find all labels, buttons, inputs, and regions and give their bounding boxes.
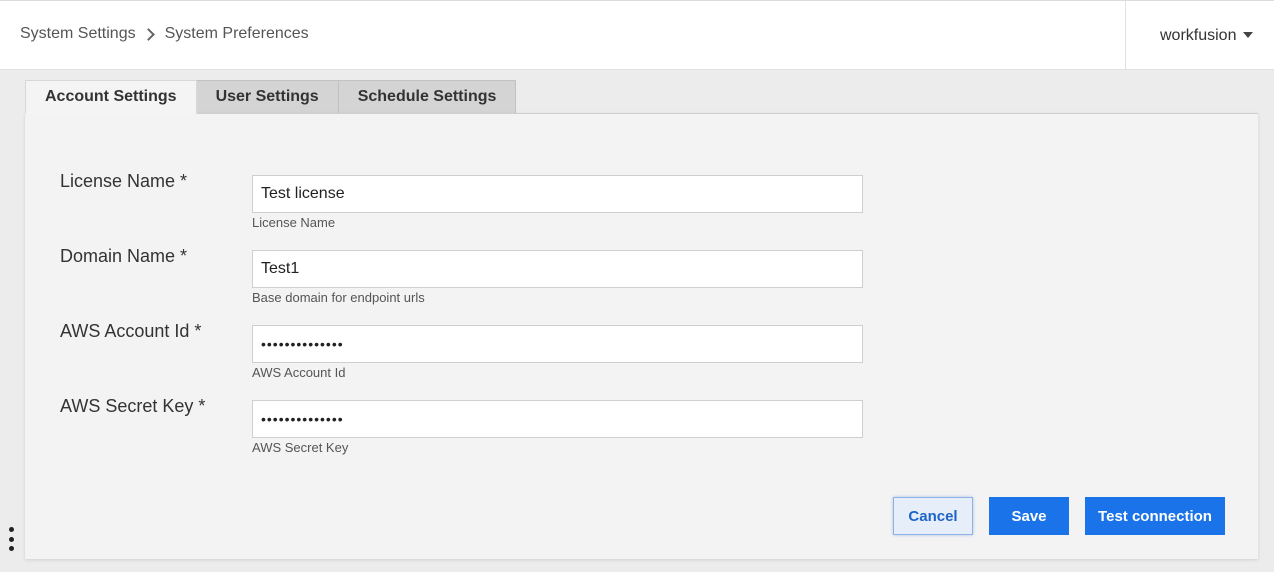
tab-user-settings[interactable]: User Settings	[196, 80, 339, 114]
kebab-menu-icon[interactable]	[6, 527, 16, 551]
breadcrumb: System Settings System Preferences	[20, 25, 309, 43]
user-menu[interactable]: workfusion	[1125, 1, 1274, 70]
account-settings-panel: License Name * License Name Domain Name …	[25, 113, 1258, 559]
top-bar: System Settings System Preferences workf…	[0, 0, 1274, 70]
save-button[interactable]: Save	[989, 497, 1069, 535]
aws-account-id-input[interactable]	[252, 325, 863, 363]
domain-name-hint: Base domain for endpoint urls	[252, 290, 425, 305]
tab-label: Account Settings	[45, 88, 177, 105]
test-connection-button[interactable]: Test connection	[1085, 497, 1225, 535]
chevron-right-icon	[141, 27, 155, 41]
tab-label: Schedule Settings	[357, 88, 497, 105]
aws-account-id-hint: AWS Account Id	[252, 365, 346, 380]
tab-label: User Settings	[215, 88, 319, 105]
aws-secret-key-label: AWS Secret Key *	[60, 396, 206, 416]
kebab-dot	[8, 546, 14, 551]
user-menu-label: workfusion	[1160, 26, 1237, 44]
license-name-hint: License Name	[252, 215, 336, 230]
tab-schedule-settings[interactable]: Schedule Settings	[338, 80, 517, 114]
breadcrumb-item-system-settings[interactable]: System Settings	[20, 25, 136, 43]
aws-secret-key-input[interactable]	[252, 400, 863, 438]
kebab-dot	[8, 527, 14, 532]
kebab-dot	[8, 536, 14, 542]
breadcrumb-item-system-preferences: System Preferences	[164, 25, 309, 42]
aws-account-id-label: AWS Account Id *	[60, 321, 202, 341]
license-name-input[interactable]	[252, 175, 863, 213]
license-name-label: License Name *	[60, 171, 188, 191]
settings-tabs: Account Settings User Settings Schedule …	[25, 80, 517, 114]
caret-down-icon	[1243, 31, 1254, 38]
domain-name-label: Domain Name *	[60, 246, 188, 266]
domain-name-input[interactable]	[252, 250, 863, 288]
cancel-button[interactable]: Cancel	[893, 497, 973, 535]
aws-secret-key-hint: AWS Secret Key	[252, 440, 349, 455]
tab-account-settings[interactable]: Account Settings	[25, 80, 197, 114]
